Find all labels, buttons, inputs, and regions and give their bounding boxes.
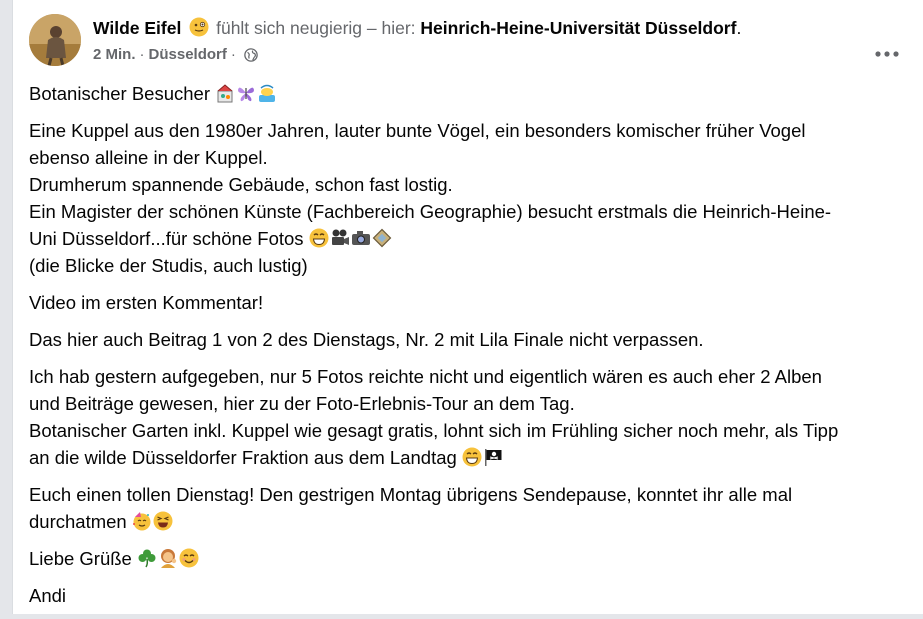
bird-in-cage-icon xyxy=(259,84,276,102)
author-name[interactable]: Wilde Eifel xyxy=(93,18,181,38)
person-icon xyxy=(160,549,177,568)
paragraph: Euch einen tollen Dienstag! Den gestrige… xyxy=(29,481,903,535)
paragraph: Das hier auch Beitrag 1 von 2 des Dienst… xyxy=(29,326,903,353)
place-link[interactable]: Heinrich-Heine-Universität Düsseldorf xyxy=(420,18,736,38)
pirate-flag-icon xyxy=(484,449,502,466)
separator: · xyxy=(230,46,236,63)
post-text: Video im ersten Kommentar! xyxy=(29,292,264,313)
feeling-text: fühlt sich neugierig – hier: xyxy=(216,18,416,38)
post-text: an die wilde Düsseldorfer Fraktion aus d… xyxy=(29,447,457,468)
post-text: (die Blicke der Studis, auch lustig) xyxy=(29,255,308,276)
shamrock-icon xyxy=(138,549,156,568)
post-text: durchatmen xyxy=(29,511,127,532)
butterfly-icon xyxy=(238,87,255,102)
post-text: Uni Düsseldorf...für schöne Fotos xyxy=(29,228,304,249)
party-face-icon xyxy=(132,512,151,531)
post-text: Andi xyxy=(29,585,67,606)
post-text: Botanischer Garten inkl. Kuppel wie gesa… xyxy=(29,420,839,441)
frame-icon xyxy=(372,228,392,248)
more-options-icon xyxy=(875,51,899,57)
post-card: Wilde Eifel fühlt sich neugierig – hier:… xyxy=(12,0,923,614)
post-text: Botanischer Besucher xyxy=(29,83,210,104)
paragraph: Video im ersten Kommentar! xyxy=(29,289,903,316)
post-meta: Wilde Eifel fühlt sich neugierig – hier:… xyxy=(93,16,863,65)
separator: · xyxy=(139,46,145,63)
paragraph: Eine Kuppel aus den 1980er Jahren, laute… xyxy=(29,117,903,279)
artist-icon xyxy=(217,84,233,103)
post-time[interactable]: 2 Min. xyxy=(93,45,136,65)
post-text: Liebe Grüße xyxy=(29,548,132,569)
avatar[interactable] xyxy=(29,14,81,66)
post-location[interactable]: Düsseldorf xyxy=(149,45,227,65)
globe-icon[interactable] xyxy=(244,48,258,62)
post-text: und Beiträge gewesen, hier zu der Foto-E… xyxy=(29,393,575,414)
post-body: Botanischer Besucher Eine Kuppel aus den… xyxy=(29,80,903,619)
smile-icon xyxy=(179,548,199,568)
post-headline: Wilde Eifel fühlt sich neugierig – hier:… xyxy=(93,16,863,41)
place-suffix: . xyxy=(736,18,742,38)
paragraph: Botanischer Besucher xyxy=(29,80,903,107)
post-text: Drumherum spannende Gebäude, schon fast … xyxy=(29,174,453,195)
movie-camera-icon xyxy=(331,229,349,245)
camera-icon xyxy=(351,231,370,245)
paragraph: Ich hab gestern aufgegeben, nur 5 Fotos … xyxy=(29,363,903,471)
grin-icon xyxy=(462,447,482,467)
post-header: Wilde Eifel fühlt sich neugierig – hier:… xyxy=(29,14,923,68)
post-text: Ein Magister der schönen Künste (Fachber… xyxy=(29,201,832,222)
post-text: Ich hab gestern aufgegeben, nur 5 Fotos … xyxy=(29,366,822,387)
post-text: Eine Kuppel aus den 1980er Jahren, laute… xyxy=(29,120,806,141)
grin-icon xyxy=(309,228,329,248)
post-text: Das hier auch Beitrag 1 von 2 des Dienst… xyxy=(29,329,704,350)
post-subline: 2 Min. · Düsseldorf · xyxy=(93,45,863,65)
more-options-button[interactable] xyxy=(869,36,905,72)
avatar-image xyxy=(29,14,81,66)
laughing-face-icon xyxy=(153,511,173,531)
post-text: Euch einen tollen Dienstag! Den gestrige… xyxy=(29,484,793,505)
post-text: ebenso alleine in der Kuppel. xyxy=(29,147,268,168)
curious-face-icon xyxy=(189,17,209,37)
paragraph: Andi xyxy=(29,582,903,609)
paragraph: Liebe Grüße xyxy=(29,545,903,572)
